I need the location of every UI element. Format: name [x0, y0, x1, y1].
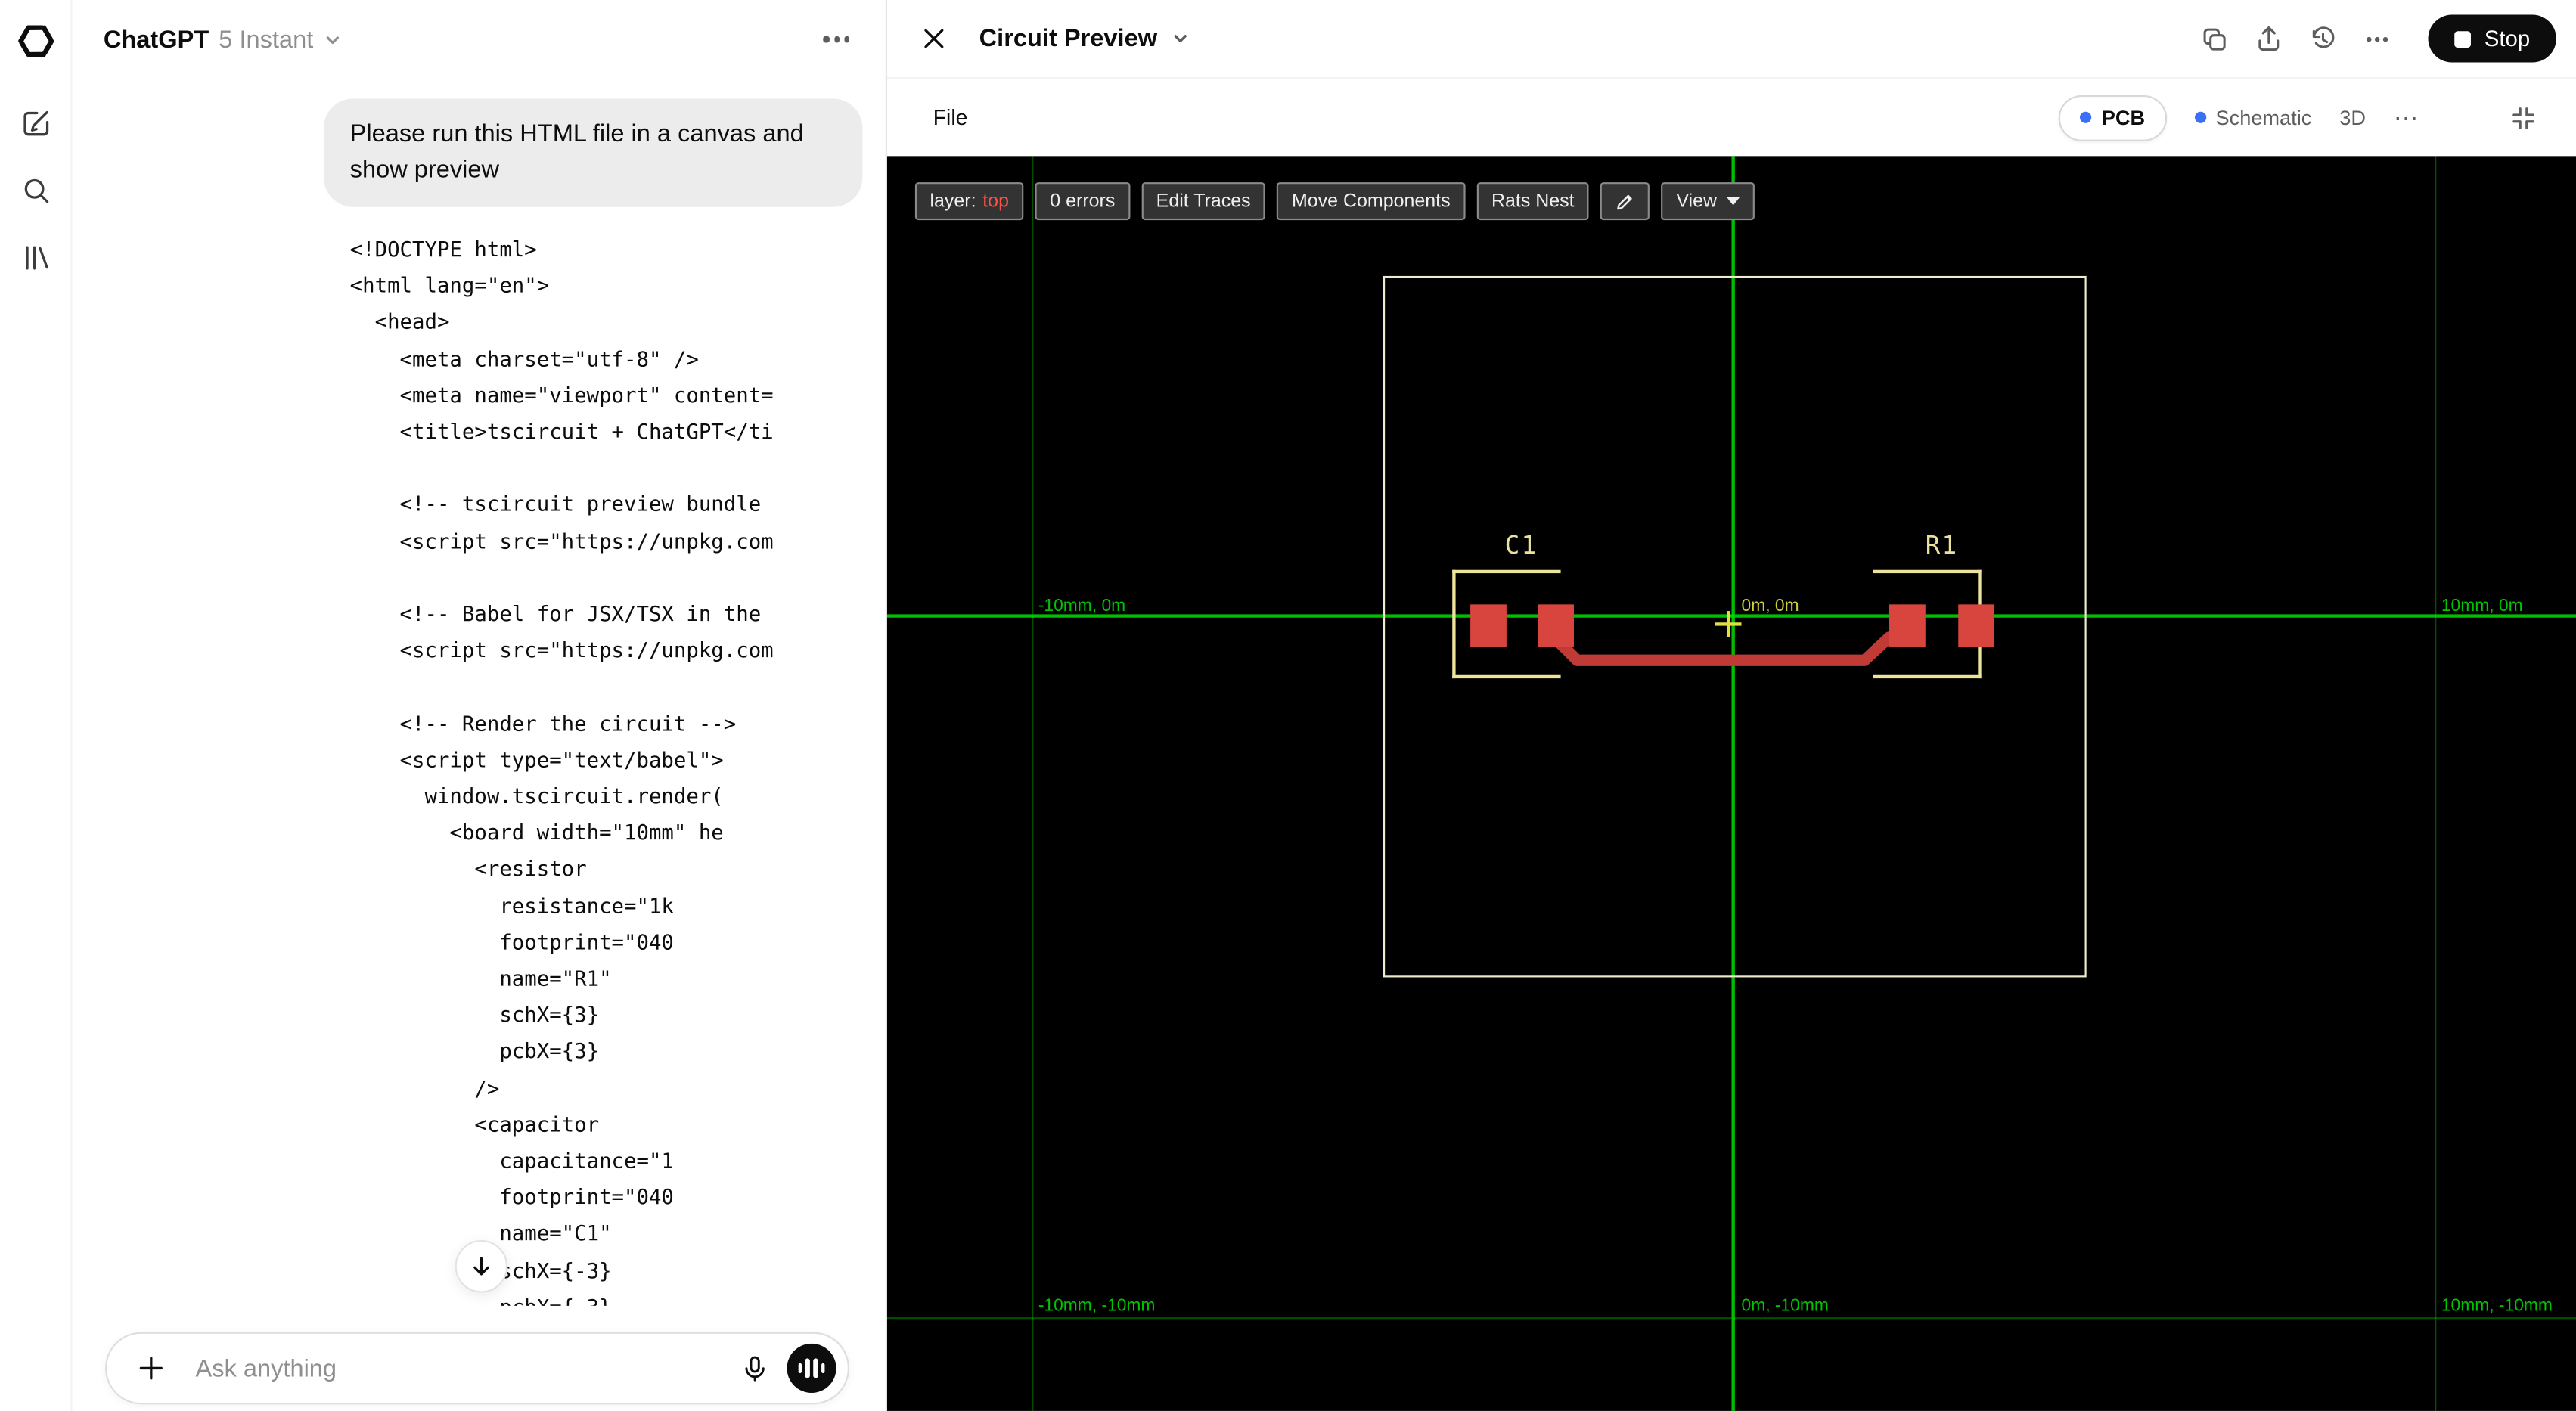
pad-c1-1 — [1470, 604, 1507, 647]
view-dropdown-button[interactable]: View — [1661, 182, 1755, 221]
pcb-toolbar: layer: top 0 errors Edit Traces Move Com… — [914, 182, 1755, 221]
tab-schematic[interactable]: Schematic — [2194, 106, 2311, 129]
tab-3d[interactable]: 3D — [2339, 106, 2366, 129]
model-name: 5 Instant — [219, 25, 314, 54]
chat-panel: ChatGPT 5 Instant Please run this HTML f… — [72, 0, 887, 1411]
stop-label: Stop — [2484, 26, 2531, 51]
layer-label: layer: — [930, 191, 976, 212]
edit-traces-button[interactable]: Edit Traces — [1141, 182, 1266, 221]
canvas-header: Circuit Preview Stop — [886, 0, 2576, 79]
pad-r1-1 — [1889, 604, 1926, 647]
pad-r1-2 — [1958, 604, 1995, 647]
close-canvas-icon[interactable] — [910, 16, 956, 62]
file-menu[interactable]: File — [933, 105, 968, 130]
view-tabs: PCB Schematic 3D ⋯ — [2059, 94, 2547, 141]
canvas-title: Circuit Preview — [979, 24, 1158, 53]
stop-square-icon — [2454, 30, 2472, 47]
view-label: View — [1676, 191, 1718, 212]
tab-pcb-label: PCB — [2101, 106, 2146, 129]
chevron-down-icon — [323, 30, 341, 48]
user-message-bubble: Please run this HTML file in a canvas an… — [323, 98, 863, 207]
pcb-canvas[interactable]: layer: top 0 errors Edit Traces Move Com… — [886, 156, 2576, 1411]
tab-3d-label: 3D — [2339, 106, 2366, 129]
layer-select-button[interactable]: layer: top — [914, 182, 1024, 221]
pcb-trace — [1550, 631, 1895, 666]
component-label-r1: R1 — [1925, 530, 1959, 560]
dictate-mic-icon[interactable] — [731, 1345, 777, 1391]
pad-c1-2 — [1538, 604, 1574, 647]
share-upload-icon[interactable] — [2246, 16, 2292, 62]
attach-plus-icon[interactable] — [128, 1345, 174, 1391]
rats-nest-button[interactable]: Rats Nest — [1476, 182, 1590, 221]
component-label-c1: C1 — [1504, 530, 1538, 560]
new-chat-icon[interactable] — [12, 101, 58, 147]
tab-pcb[interactable]: PCB — [2059, 94, 2167, 141]
layer-value: top — [982, 191, 1009, 212]
chat-messages: Please run this HTML file in a canvas an… — [73, 79, 886, 1306]
canvas-title-dropdown[interactable]: Circuit Preview — [979, 25, 1190, 53]
app-window: ChatGPT 5 Instant Please run this HTML f… — [0, 0, 2576, 1411]
canvas-actions: Stop — [2192, 14, 2556, 63]
search-icon[interactable] — [12, 168, 58, 214]
tabs-more-icon[interactable]: ⋯ — [2394, 103, 2420, 132]
canvas-subheader: File PCB Schematic 3D ⋯ — [887, 79, 2576, 156]
voice-mode-icon[interactable] — [787, 1343, 836, 1394]
user-code-block: <!DOCTYPE html> <html lang="en"> <head> … — [349, 236, 774, 1306]
sidebar-rail — [0, 0, 73, 1411]
copy-icon[interactable] — [2192, 16, 2238, 62]
stop-button[interactable]: Stop — [2428, 14, 2556, 63]
message-input[interactable] — [192, 1352, 731, 1385]
cursor-crosshair-icon — [1726, 611, 1730, 637]
schematic-status-dot — [2194, 111, 2206, 123]
tab-schematic-label: Schematic — [2215, 106, 2312, 129]
openai-logo-icon[interactable] — [12, 18, 58, 64]
move-components-button[interactable]: Move Components — [1277, 182, 1466, 221]
chevron-down-icon — [1172, 29, 1190, 48]
chat-header: ChatGPT 5 Instant — [73, 0, 886, 79]
canvas-panel: Circuit Preview Stop File PCB Schematic … — [886, 0, 2576, 1411]
more-options-icon[interactable] — [2354, 16, 2401, 62]
app-title: ChatGPT — [103, 25, 209, 54]
edit-pencil-icon[interactable] — [1600, 182, 1650, 221]
library-icon[interactable] — [12, 235, 58, 281]
caret-down-icon — [1727, 197, 1740, 206]
model-selector[interactable]: ChatGPT 5 Instant — [104, 26, 341, 54]
fit-to-view-icon[interactable] — [2500, 95, 2547, 141]
pcb-status-dot — [2080, 111, 2092, 123]
composer — [105, 1332, 850, 1405]
conversation-menu-icon[interactable] — [814, 27, 859, 52]
history-icon[interactable] — [2301, 16, 2347, 62]
scroll-to-bottom-button[interactable] — [455, 1240, 508, 1293]
errors-button[interactable]: 0 errors — [1035, 182, 1130, 221]
